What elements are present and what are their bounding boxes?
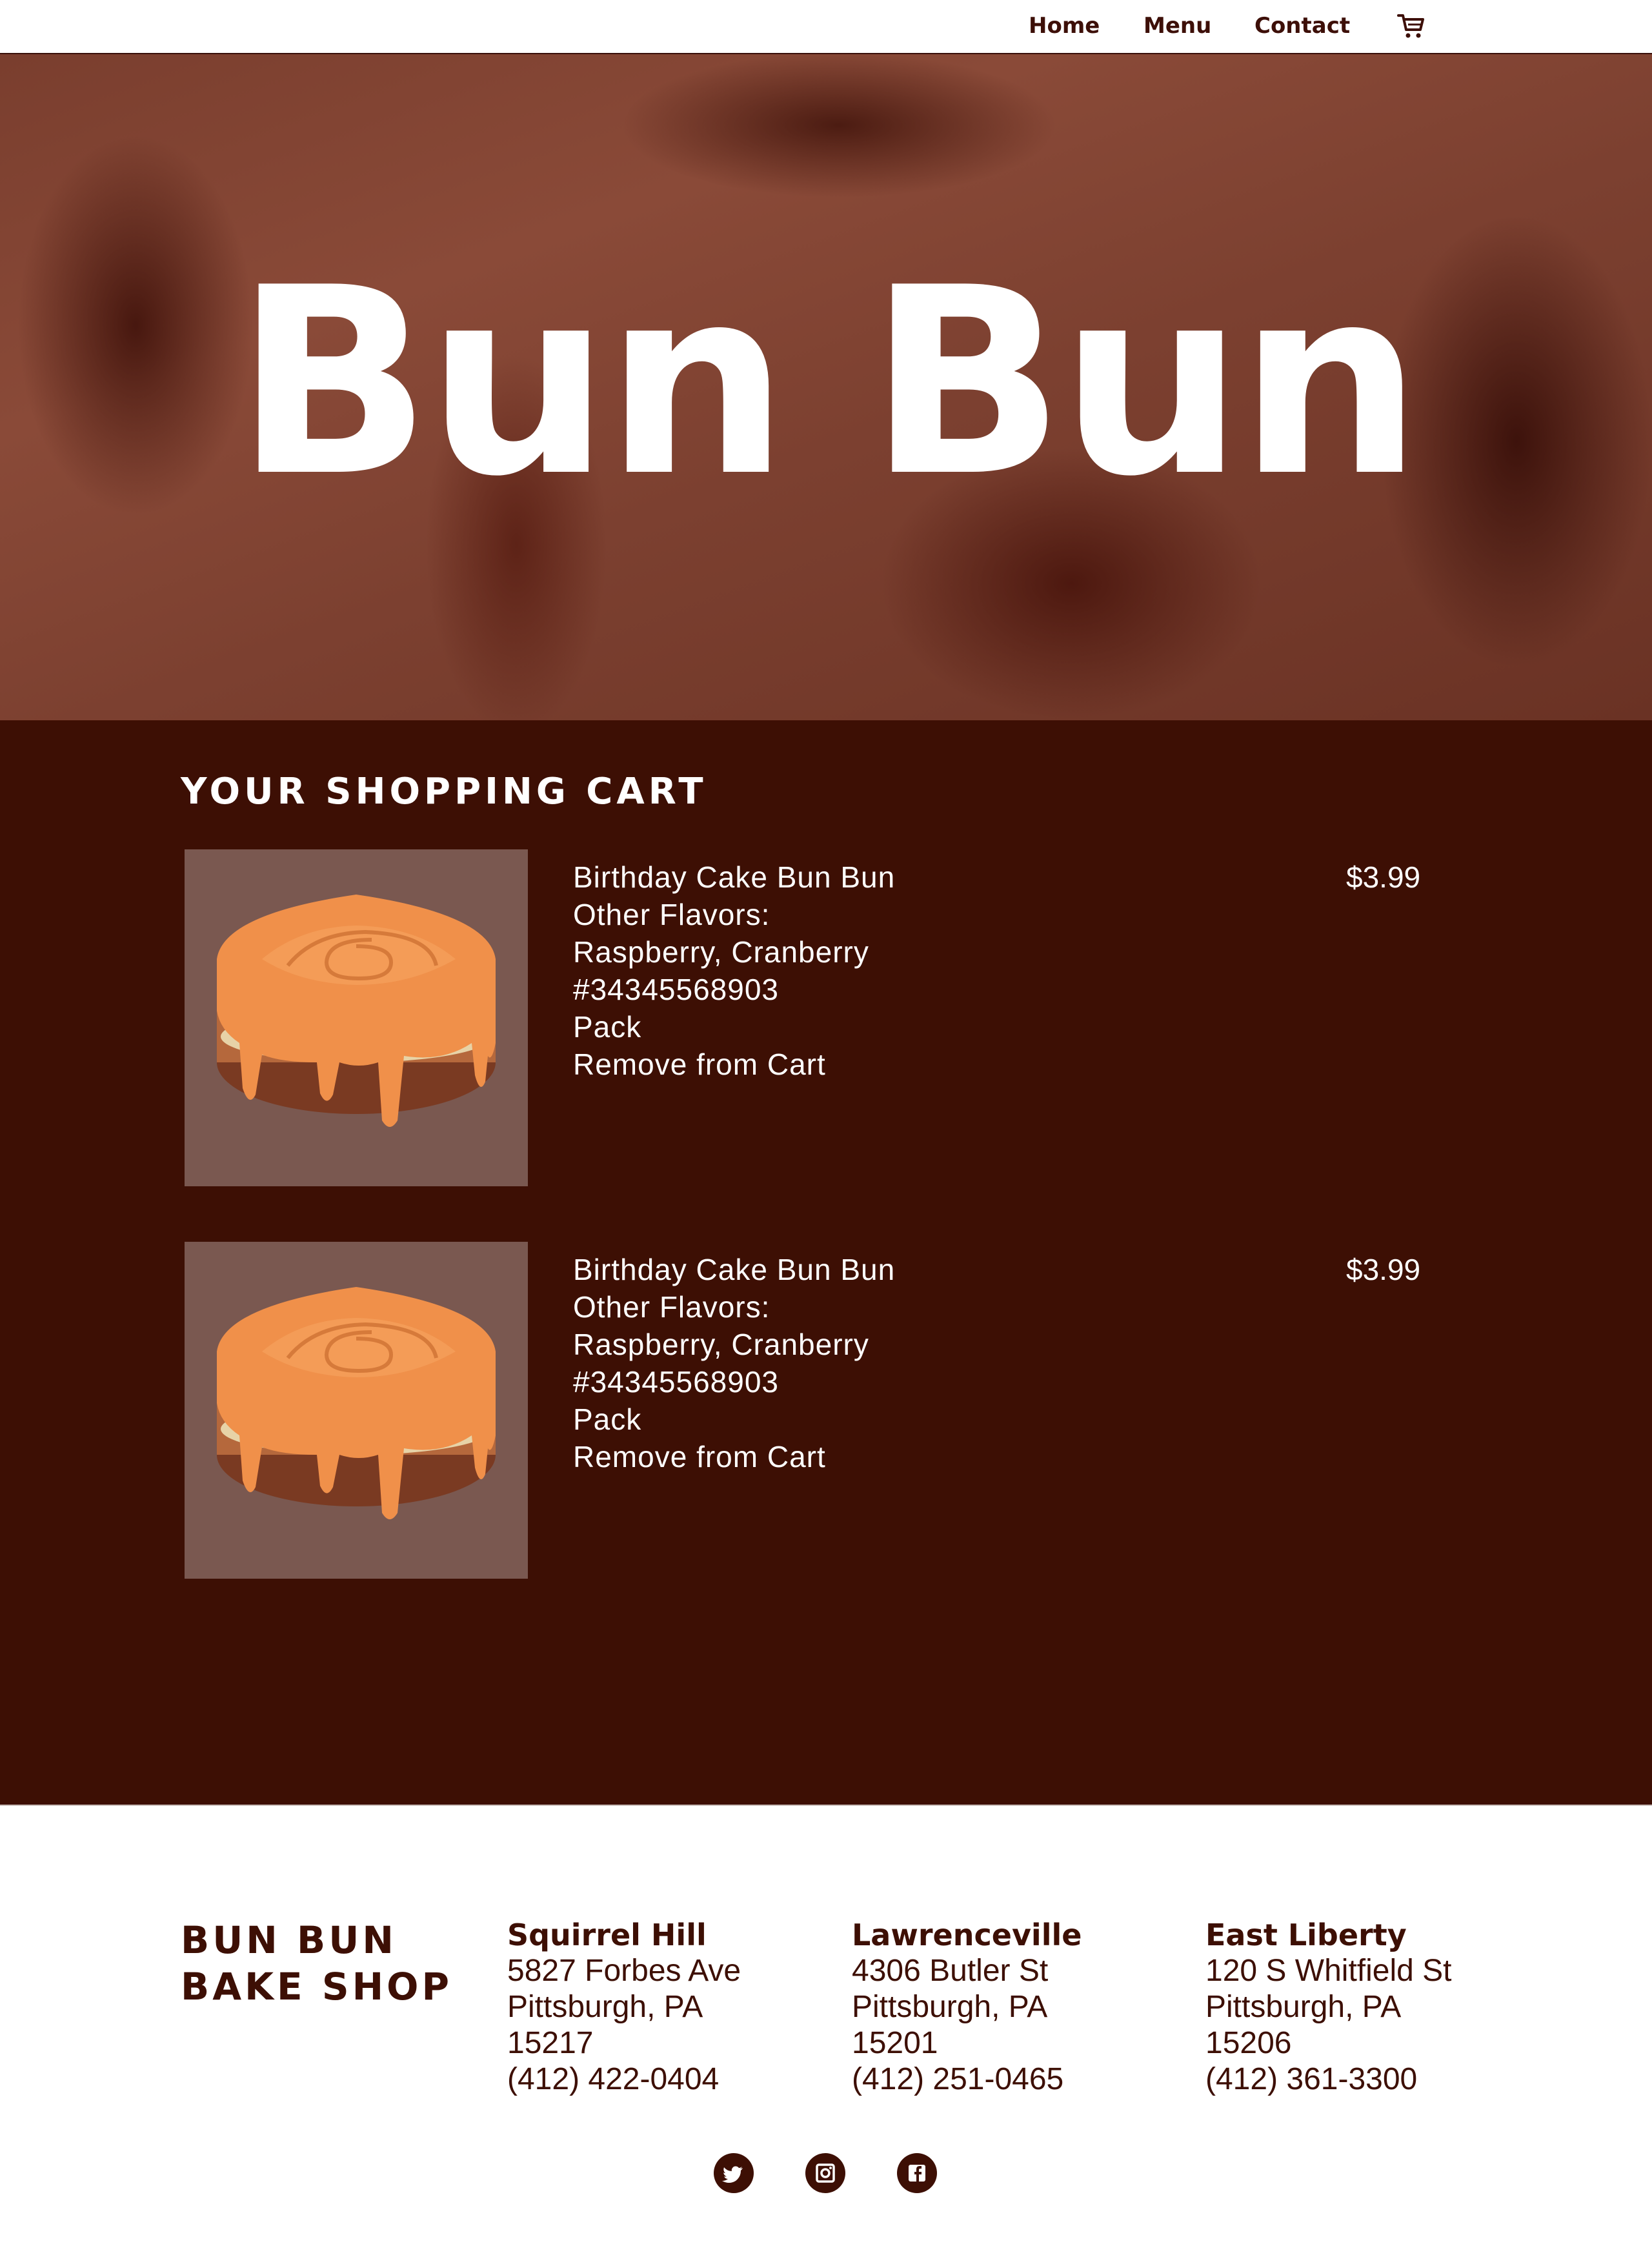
item-pack: Pack [573, 1402, 642, 1436]
remove-from-cart-link[interactable]: Remove from Cart [573, 1048, 826, 1081]
location-city: Pittsburgh, PA [507, 1990, 703, 2024]
location-name: Squirrel Hill [507, 1918, 707, 1952]
nav-home-link[interactable]: Home [1029, 12, 1100, 40]
other-flavors: Raspberry, Cranberry [573, 935, 869, 969]
other-flavors-label: Other Flavors: [573, 898, 771, 931]
item-price: $3.99 [1346, 1253, 1421, 1286]
location-lawrenceville: Lawrenceville 4306 Butler St Pittsburgh,… [852, 1917, 1082, 2098]
cart-item: Birthday Cake Bun Bun Other Flavors: Ras… [0, 849, 1652, 1186]
location-name: Lawrenceville [852, 1918, 1082, 1952]
location-street: 4306 Butler St [852, 1954, 1049, 1988]
location-street: 120 S Whitfield St [1205, 1954, 1452, 1988]
shopping-cart-icon[interactable] [1396, 12, 1426, 40]
item-sku: #34345568903 [573, 973, 779, 1006]
twitter-icon[interactable] [714, 2153, 754, 2193]
instagram-icon[interactable] [805, 2153, 845, 2193]
item-details: Birthday Cake Bun Bun Other Flavors: Ras… [573, 858, 1154, 1083]
nav-contact-link[interactable]: Contact [1254, 12, 1350, 40]
shopping-cart-section: YOUR SHOPPING CART Birthday Cake Bun Bun… [0, 720, 1652, 1805]
location-city: Pittsburgh, PA [852, 1990, 1048, 2024]
location-zip: 15201 [852, 2026, 938, 2060]
product-image [185, 849, 528, 1186]
nav-menu-link[interactable]: Menu [1143, 12, 1211, 40]
facebook-icon[interactable] [897, 2153, 937, 2193]
location-east-liberty: East Liberty 120 S Whitfield St Pittsbur… [1205, 1917, 1452, 2098]
item-price: $3.99 [1346, 860, 1421, 894]
item-pack: Pack [573, 1010, 642, 1044]
location-city: Pittsburgh, PA [1205, 1990, 1402, 2024]
item-name: Birthday Cake Bun Bun [573, 1253, 896, 1286]
other-flavors-label: Other Flavors: [573, 1290, 771, 1324]
remove-from-cart-link[interactable]: Remove from Cart [573, 1440, 826, 1473]
brand-line-2: BAKE SHOP [181, 1965, 452, 2009]
item-sku: #34345568903 [573, 1365, 779, 1399]
item-details: Birthday Cake Bun Bun Other Flavors: Ras… [573, 1251, 1154, 1475]
item-name: Birthday Cake Bun Bun [573, 860, 896, 894]
hero-banner: Bun Bun [0, 54, 1652, 720]
location-zip: 15217 [507, 2026, 594, 2060]
top-navigation: Home Menu Contact [0, 0, 1652, 54]
location-phone: (412) 422-0404 [507, 2062, 720, 2096]
product-image [185, 1242, 528, 1579]
location-name: East Liberty [1205, 1918, 1407, 1952]
other-flavors: Raspberry, Cranberry [573, 1328, 869, 1361]
hero-title: Bun Bun [234, 233, 1422, 533]
location-street: 5827 Forbes Ave [507, 1954, 741, 1988]
location-phone: (412) 251-0465 [852, 2062, 1064, 2096]
cart-heading: YOUR SHOPPING CART [181, 771, 707, 813]
cart-item: Birthday Cake Bun Bun Other Flavors: Ras… [0, 1242, 1652, 1579]
location-phone: (412) 361-3300 [1205, 2062, 1418, 2096]
brand-line-1: BUN BUN [181, 1918, 397, 1962]
site-footer: BUN BUN BAKE SHOP Squirrel Hill 5827 For… [0, 1805, 1652, 2268]
footer-brand: BUN BUN BAKE SHOP [181, 1917, 452, 2010]
location-squirrel-hill: Squirrel Hill 5827 Forbes Ave Pittsburgh… [507, 1917, 741, 2098]
location-zip: 15206 [1205, 2026, 1292, 2060]
